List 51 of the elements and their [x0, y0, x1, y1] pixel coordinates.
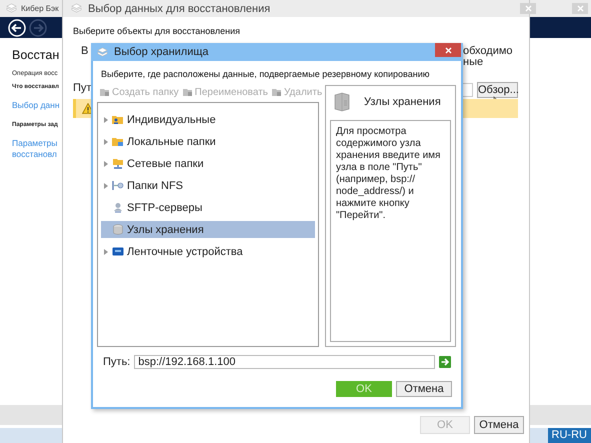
close-icon: [576, 5, 584, 12]
instruction-text: Выберите, где расположены данные, подвергаемые резервному копированию: [101, 69, 430, 79]
delete-icon: [272, 87, 282, 97]
language-indicator[interactable]: RU-RU: [548, 428, 591, 443]
label-text: В: [81, 45, 88, 57]
tree-item[interactable]: SFTP-серверы: [101, 199, 315, 216]
window-title: Кибер Бэк: [21, 4, 59, 13]
rename-icon: [182, 87, 193, 97]
close-button[interactable]: [435, 43, 461, 57]
path-field[interactable]: bsp://192.168.1.100: [134, 355, 436, 369]
storage-node-icon: [334, 92, 350, 112]
plug-icon: [112, 180, 124, 191]
tree-item[interactable]: Индивидуальные: [101, 111, 315, 128]
path-label: Пут: [73, 82, 92, 94]
expand-arrow-icon[interactable]: [104, 160, 108, 166]
expand-arrow-icon[interactable]: [104, 182, 108, 188]
tree-item[interactable]: Папки NFS: [101, 177, 315, 194]
new-folder-icon: [100, 87, 110, 97]
info-title: Узлы хранения: [364, 96, 441, 108]
app-icon: [71, 3, 82, 14]
dialog-title: Выбор хранилища: [114, 46, 209, 58]
tape-device-icon: [112, 246, 124, 257]
network-folder-icon: [112, 158, 124, 169]
close-icon: [444, 46, 452, 54]
browse-button[interactable]: Обзор...: [477, 82, 518, 98]
tree-item[interactable]: Сетевые папки: [101, 155, 315, 172]
app-icon: [97, 46, 108, 58]
storage-node-icon: [112, 224, 124, 235]
page-heading: Восстан: [12, 48, 60, 62]
close-icon: [524, 5, 532, 12]
app-icon: [6, 3, 17, 14]
folder-icon: [112, 136, 124, 147]
go-arrow-icon[interactable]: [439, 356, 452, 368]
info-text: Для просмотра содержимого узла хранения введите имя узла в поле "Путь" (например, bsp:// node_address/) и нажмите кнопку "Перейти".: [336, 126, 440, 221]
tree-item[interactable]: Ленточные устройства: [101, 243, 315, 260]
cancel-button[interactable]: Отмена: [396, 381, 452, 397]
window-title: Выбор данных для восстановления: [88, 2, 270, 14]
description-text: ные: [463, 57, 484, 68]
tree-item[interactable]: Узлы хранения: [101, 221, 315, 238]
path-label: Путь:: [103, 356, 130, 368]
expand-arrow-icon[interactable]: [104, 138, 108, 144]
server-user-icon: [112, 202, 124, 213]
folder-user-icon: [112, 114, 124, 125]
expand-arrow-icon[interactable]: [104, 116, 108, 122]
instruction-text: Выберите объекты для восстановления: [73, 26, 241, 36]
tree-item[interactable]: Локальные папки: [101, 133, 315, 150]
description-text: обходимо: [463, 46, 513, 57]
cancel-button[interactable]: Отмена: [474, 416, 524, 434]
expand-arrow-icon[interactable]: [104, 248, 108, 254]
back-icon[interactable]: [8, 18, 26, 36]
path-field[interactable]: [463, 83, 473, 97]
